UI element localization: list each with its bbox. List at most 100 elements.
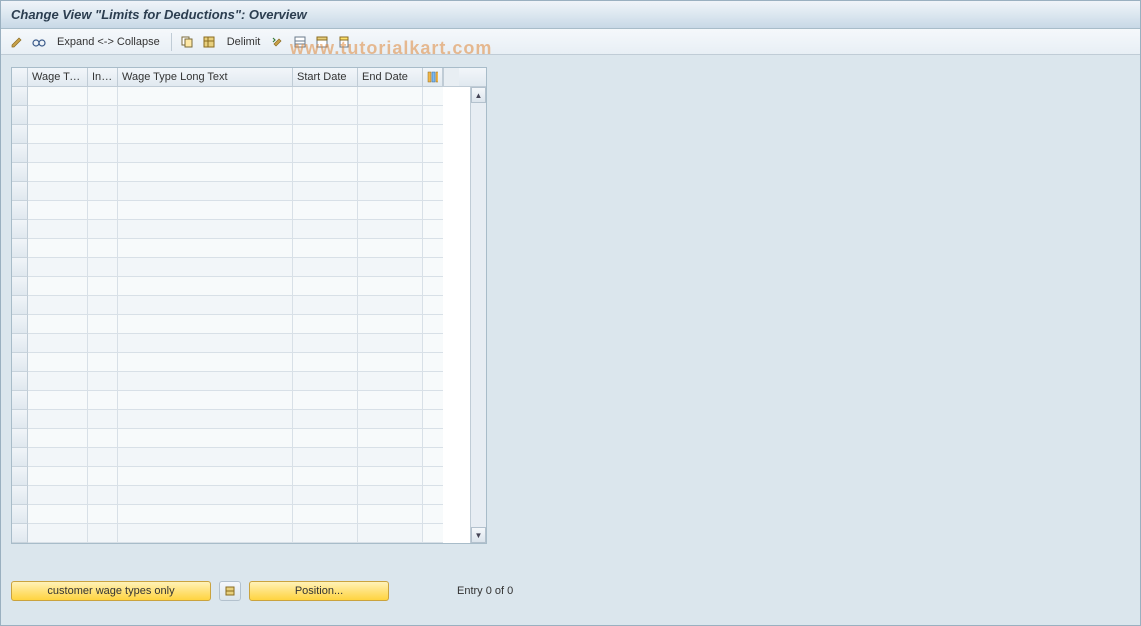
cell-inf[interactable] [88, 125, 118, 144]
cell-end-date[interactable] [358, 87, 423, 106]
cell-inf[interactable] [88, 372, 118, 391]
cell-inf[interactable] [88, 524, 118, 543]
row-selector[interactable] [12, 182, 28, 201]
cell-long-text[interactable] [118, 163, 293, 182]
row-selector[interactable] [12, 125, 28, 144]
cell-inf[interactable] [88, 296, 118, 315]
cell-wage-type[interactable] [28, 448, 88, 467]
cell-end-date[interactable] [358, 163, 423, 182]
cell-long-text[interactable] [118, 429, 293, 448]
cell-wage-type[interactable] [28, 87, 88, 106]
scroll-down-button[interactable]: ▼ [471, 527, 486, 543]
cell-inf[interactable] [88, 144, 118, 163]
row-selector[interactable] [12, 163, 28, 182]
cell-wage-type[interactable] [28, 296, 88, 315]
cell-start-date[interactable] [293, 87, 358, 106]
cell-long-text[interactable] [118, 258, 293, 277]
row-selector[interactable] [12, 505, 28, 524]
cell-inf[interactable] [88, 239, 118, 258]
row-selector[interactable] [12, 334, 28, 353]
cell-end-date[interactable] [358, 144, 423, 163]
cell-long-text[interactable] [118, 220, 293, 239]
cell-wage-type[interactable] [28, 239, 88, 258]
cell-end-date[interactable] [358, 239, 423, 258]
cell-end-date[interactable] [358, 467, 423, 486]
cell-inf[interactable] [88, 106, 118, 125]
cell-long-text[interactable] [118, 334, 293, 353]
cell-end-date[interactable] [358, 182, 423, 201]
cell-start-date[interactable] [293, 201, 358, 220]
column-header-inf[interactable]: Inf... [88, 68, 118, 86]
cell-long-text[interactable] [118, 87, 293, 106]
cell-start-date[interactable] [293, 125, 358, 144]
cell-long-text[interactable] [118, 486, 293, 505]
cell-start-date[interactable] [293, 106, 358, 125]
select-block-button[interactable] [290, 32, 310, 52]
cell-long-text[interactable] [118, 353, 293, 372]
cell-wage-type[interactable] [28, 315, 88, 334]
cell-wage-type[interactable] [28, 524, 88, 543]
cell-start-date[interactable] [293, 448, 358, 467]
expand-collapse-button[interactable]: Expand <-> Collapse [51, 36, 166, 48]
cell-wage-type[interactable] [28, 410, 88, 429]
row-selector[interactable] [12, 353, 28, 372]
cell-start-date[interactable] [293, 182, 358, 201]
undo-button[interactable] [268, 32, 288, 52]
cell-end-date[interactable] [358, 486, 423, 505]
cell-inf[interactable] [88, 505, 118, 524]
cell-long-text[interactable] [118, 505, 293, 524]
cell-inf[interactable] [88, 391, 118, 410]
cell-wage-type[interactable] [28, 277, 88, 296]
row-selector[interactable] [12, 258, 28, 277]
cell-end-date[interactable] [358, 296, 423, 315]
row-selector[interactable] [12, 524, 28, 543]
cell-wage-type[interactable] [28, 106, 88, 125]
cell-start-date[interactable] [293, 239, 358, 258]
row-selector[interactable] [12, 277, 28, 296]
delimit-button[interactable]: Delimit [221, 36, 267, 48]
scroll-up-button[interactable]: ▲ [471, 87, 486, 103]
cell-wage-type[interactable] [28, 182, 88, 201]
cell-wage-type[interactable] [28, 505, 88, 524]
cell-wage-type[interactable] [28, 220, 88, 239]
cell-wage-type[interactable] [28, 334, 88, 353]
cell-wage-type[interactable] [28, 125, 88, 144]
row-selector[interactable] [12, 87, 28, 106]
cell-end-date[interactable] [358, 258, 423, 277]
cell-end-date[interactable] [358, 448, 423, 467]
configure-columns-button[interactable] [423, 68, 443, 86]
cell-inf[interactable] [88, 220, 118, 239]
row-selector[interactable] [12, 486, 28, 505]
row-selector[interactable] [12, 201, 28, 220]
cell-long-text[interactable] [118, 372, 293, 391]
cell-long-text[interactable] [118, 410, 293, 429]
cell-long-text[interactable] [118, 448, 293, 467]
cell-wage-type[interactable] [28, 201, 88, 220]
cell-inf[interactable] [88, 315, 118, 334]
cell-end-date[interactable] [358, 201, 423, 220]
column-header-end-date[interactable]: End Date [358, 68, 423, 86]
cell-end-date[interactable] [358, 524, 423, 543]
cell-end-date[interactable] [358, 372, 423, 391]
cell-end-date[interactable] [358, 353, 423, 372]
cell-start-date[interactable] [293, 277, 358, 296]
cell-start-date[interactable] [293, 258, 358, 277]
cell-end-date[interactable] [358, 125, 423, 144]
details-button[interactable] [29, 32, 49, 52]
cell-inf[interactable] [88, 486, 118, 505]
copy-button[interactable] [177, 32, 197, 52]
row-selector[interactable] [12, 220, 28, 239]
cell-long-text[interactable] [118, 524, 293, 543]
row-selector[interactable] [12, 106, 28, 125]
cell-wage-type[interactable] [28, 391, 88, 410]
row-selector[interactable] [12, 410, 28, 429]
row-selector[interactable] [12, 296, 28, 315]
cell-inf[interactable] [88, 258, 118, 277]
cell-start-date[interactable] [293, 429, 358, 448]
customer-wage-types-button[interactable]: customer wage types only [11, 581, 211, 601]
cell-inf[interactable] [88, 277, 118, 296]
cell-end-date[interactable] [358, 106, 423, 125]
cell-inf[interactable] [88, 163, 118, 182]
vertical-scrollbar[interactable]: ▲ ▼ [470, 87, 486, 543]
cell-long-text[interactable] [118, 239, 293, 258]
